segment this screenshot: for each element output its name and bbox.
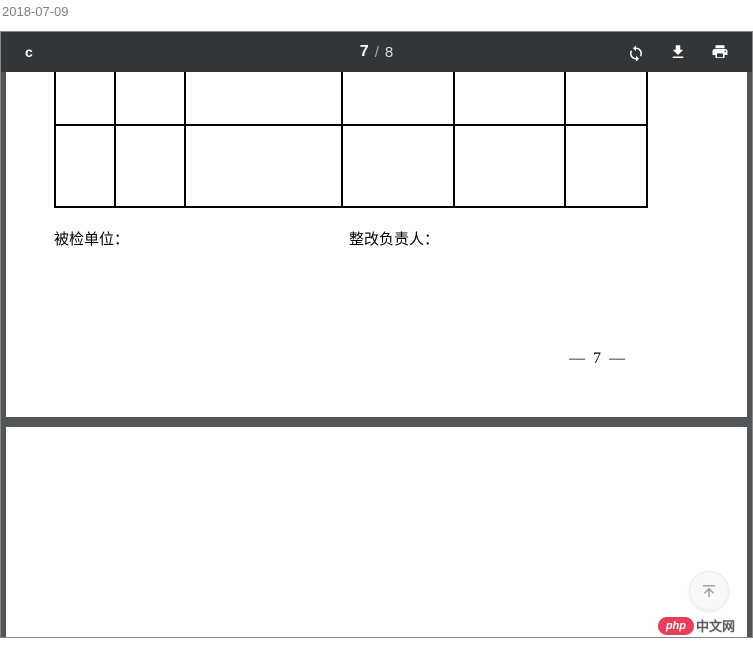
pdf-toolbar: c 7 / 8 (1, 32, 752, 72)
watermark-text: 中文网 (696, 616, 735, 635)
watermark: php 中文网 (658, 616, 735, 635)
scroll-top-icon (700, 582, 718, 600)
page-area[interactable]: 被检单位： 整改负责人： — 7 — (1, 72, 752, 637)
pdf-viewer: c 7 / 8 (0, 31, 753, 638)
page-date: 2018-07-09 (0, 0, 753, 23)
page-footer-number: — 7 — (569, 350, 627, 368)
scroll-top-button[interactable] (689, 571, 729, 611)
current-page-number: 7 (360, 43, 369, 61)
rotate-icon[interactable] (626, 42, 646, 62)
pdf-page-8 (6, 427, 747, 637)
inspection-table (54, 72, 648, 208)
page-gap (1, 417, 752, 427)
watermark-badge: php (658, 617, 694, 635)
table-row (55, 125, 647, 207)
page-separator: / (375, 44, 379, 61)
pdf-page-7: 被检单位： 整改负责人： — 7 — (6, 72, 747, 417)
signature-labels: 被检单位： 整改负责人： (54, 228, 699, 249)
document-title: c (1, 44, 33, 60)
total-pages: 8 (385, 44, 393, 61)
rectification-owner-label: 整改负责人： (349, 228, 439, 249)
print-icon[interactable] (710, 42, 730, 62)
inspected-unit-label: 被检单位： (54, 228, 349, 249)
download-icon[interactable] (668, 42, 688, 62)
table-row (55, 72, 647, 125)
page-indicator: 7 / 8 (360, 43, 393, 61)
toolbar-actions (626, 42, 752, 62)
